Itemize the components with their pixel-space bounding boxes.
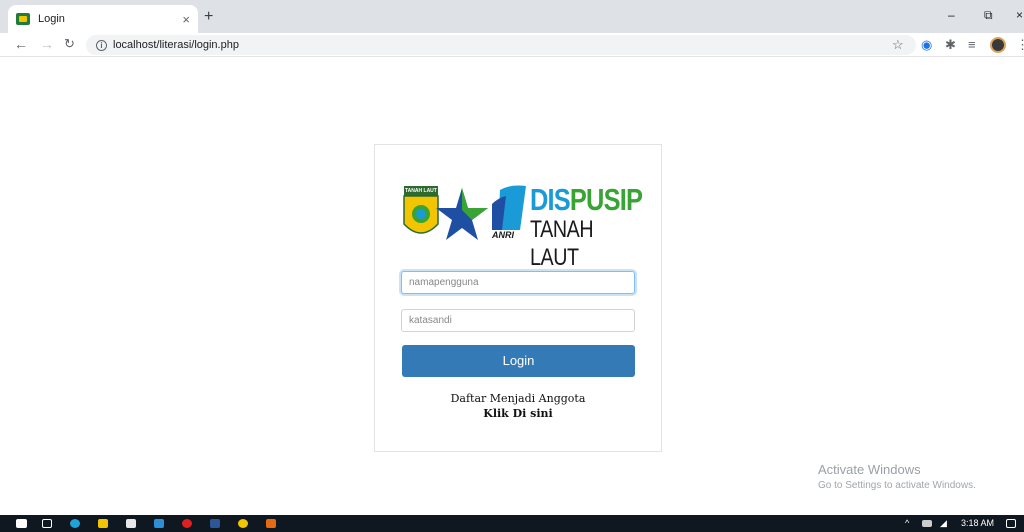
- wordmark-subtitle: TANAH LAUT: [530, 216, 594, 271]
- app-icon[interactable]: [266, 519, 276, 528]
- tab-login[interactable]: Login ×: [8, 5, 198, 33]
- tab-title: Login: [38, 13, 65, 25]
- url-text: localhost/literasi/login.php: [113, 39, 239, 51]
- browser-tab-strip: Login × + – ⧉ ×: [0, 0, 1024, 33]
- wordmark-pusip: PUSIP: [569, 182, 643, 217]
- browser-toolbar: ← → ↻ i localhost/literasi/login.php ☆ ◉…: [0, 33, 1024, 57]
- register-link[interactable]: Klik Di sini: [374, 407, 662, 420]
- chrome-icon[interactable]: [238, 519, 248, 528]
- mail-icon[interactable]: [154, 519, 164, 528]
- dispusip-logo: TANAH LAUT ANRI DISPUSIP TANAH LAUT: [402, 180, 643, 271]
- wordmark-dis: DIS: [530, 182, 571, 217]
- site-favicon-icon: [16, 13, 30, 25]
- tab-close-icon[interactable]: ×: [182, 12, 190, 27]
- minimize-button[interactable]: –: [948, 8, 955, 22]
- extension-icon[interactable]: ◉: [921, 37, 932, 53]
- emblem-text: TANAH LAUT: [405, 188, 437, 194]
- dispusip-wordmark: DISPUSIP: [530, 182, 643, 218]
- reading-list-icon[interactable]: ≡: [968, 37, 976, 52]
- login-button[interactable]: Login: [402, 345, 635, 377]
- close-window-button[interactable]: ×: [1016, 8, 1023, 22]
- forward-arrow-icon[interactable]: →: [40, 36, 54, 52]
- profile-avatar[interactable]: [990, 37, 1006, 53]
- wifi-icon[interactable]: ◢: [940, 518, 947, 529]
- word-icon[interactable]: [210, 519, 220, 528]
- site-info-icon[interactable]: i: [96, 39, 107, 51]
- menu-kebab-icon[interactable]: ⋮: [1016, 37, 1024, 53]
- activate-windows-title: Activate Windows: [818, 462, 921, 477]
- activate-windows-subtitle: Go to Settings to activate Windows.: [818, 480, 976, 491]
- file-explorer-icon[interactable]: [98, 519, 108, 528]
- username-input[interactable]: namapengguna: [401, 271, 635, 294]
- restore-button[interactable]: ⧉: [984, 8, 993, 23]
- back-arrow-icon[interactable]: ←: [14, 36, 28, 52]
- extensions-puzzle-icon[interactable]: ✱: [945, 37, 956, 53]
- task-view-icon[interactable]: [42, 519, 52, 528]
- opera-icon[interactable]: [182, 519, 192, 528]
- anri-text: ANRI: [492, 230, 514, 240]
- bookmark-star-icon[interactable]: ☆: [892, 37, 904, 53]
- edge-icon[interactable]: [70, 519, 80, 528]
- clock-time[interactable]: 3:18 AM: [961, 518, 994, 528]
- password-input[interactable]: katasandi: [401, 309, 635, 332]
- store-icon[interactable]: [126, 519, 136, 528]
- windows-start-icon[interactable]: [16, 519, 27, 528]
- address-bar[interactable]: i localhost/literasi/login.php: [86, 35, 916, 55]
- notification-icon[interactable]: [1006, 519, 1016, 528]
- register-prompt: Daftar Menjadi Anggota: [450, 392, 586, 405]
- tray-chevron-icon[interactable]: ^: [905, 518, 909, 528]
- reload-icon[interactable]: ↻: [64, 36, 75, 52]
- battery-icon[interactable]: [922, 520, 932, 527]
- new-tab-button[interactable]: +: [204, 8, 213, 26]
